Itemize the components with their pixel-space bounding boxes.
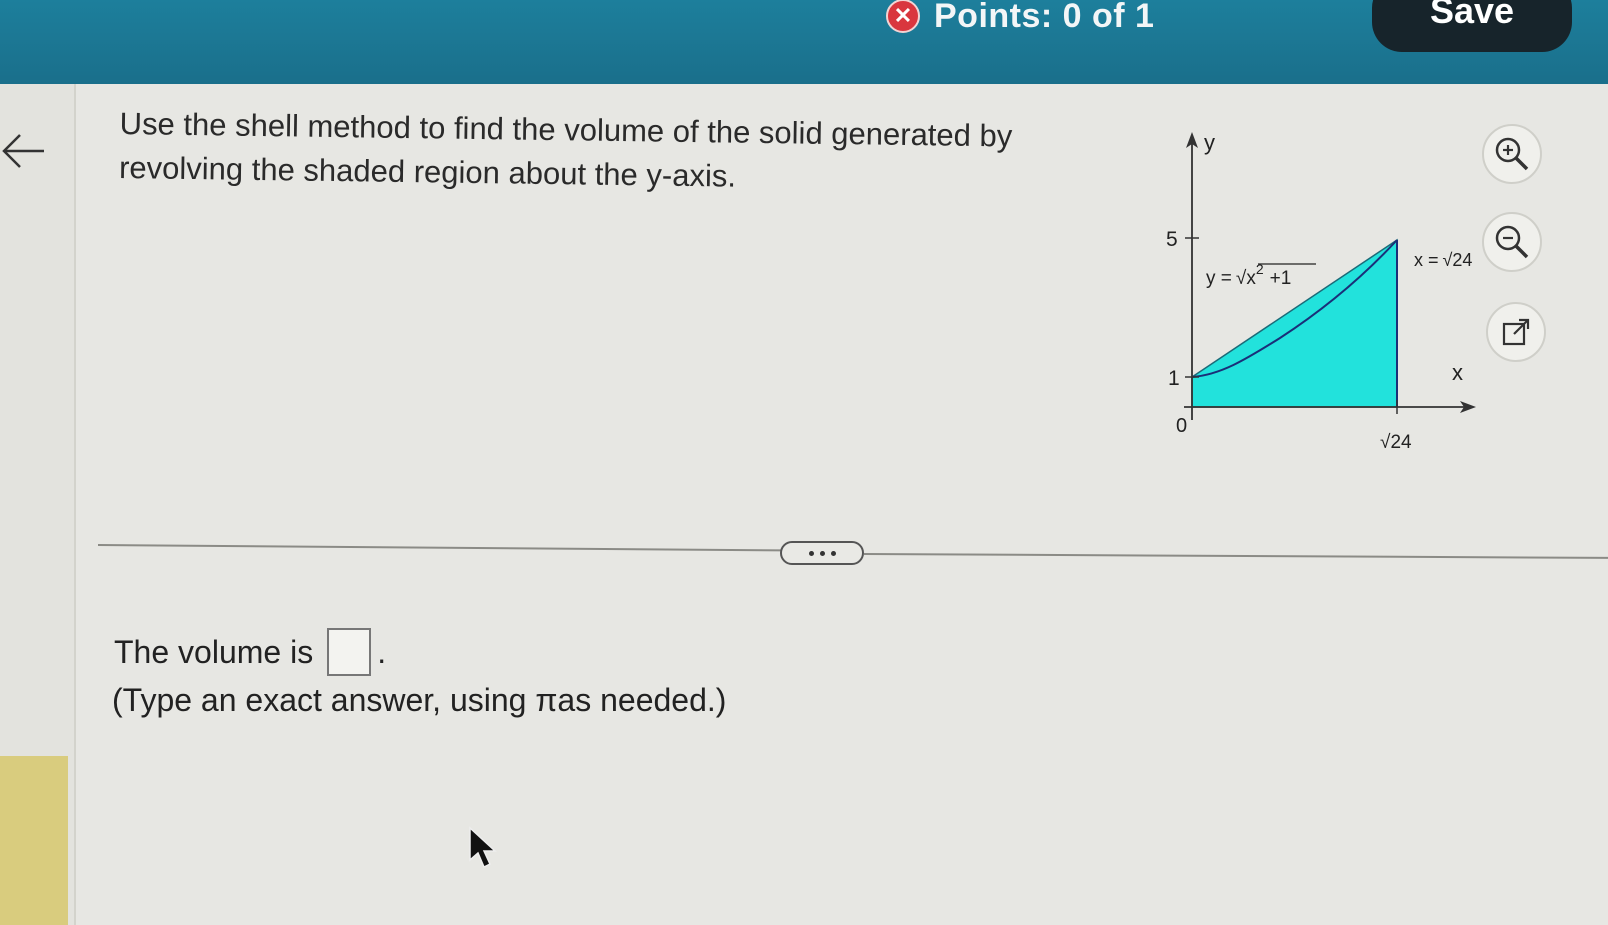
x-tick-label: √24 [1380, 432, 1412, 453]
line-label: x = √24 [1414, 250, 1472, 270]
answer-suffix: . [377, 633, 387, 670]
mouse-pointer-icon [469, 826, 497, 869]
zoom-out-icon [1495, 225, 1529, 259]
region-graph: y x 5 1 0 √24 y = √x2 +1 x = √24 [1166, 130, 1476, 453]
dot-icon [808, 550, 814, 556]
zoom-out-button[interactable] [1482, 212, 1542, 272]
popout-button[interactable] [1486, 302, 1546, 362]
shaded-region [1191, 238, 1398, 408]
question-text: Use the shell method to find the volume … [118, 105, 1013, 194]
left-yellow-panel [0, 756, 68, 925]
section-divider-left [97, 544, 782, 552]
y-tick-label-1: 1 [1168, 367, 1180, 390]
external-link-icon [1502, 318, 1530, 346]
zoom-in-icon [1495, 137, 1529, 171]
origin-label: 0 [1176, 415, 1187, 437]
answer-hint: (Type an exact answer, using πas needed.… [112, 682, 727, 718]
top-bar: ✕ Points: 0 of 1 Save [0, 0, 1608, 84]
points-label: Points: 0 of 1 [934, 0, 1155, 35]
save-button[interactable]: Save [1372, 0, 1572, 52]
x-axis-label: x [1452, 360, 1463, 385]
volume-answer-input[interactable] [327, 628, 372, 676]
y-axis-label: y [1204, 130, 1215, 155]
curve-label: y = √x2 +1 [1206, 261, 1291, 289]
x-circle-icon: ✕ [886, 0, 920, 33]
y-tick-label-5: 5 [1166, 228, 1178, 251]
points-status: ✕ Points: 0 of 1 [886, 0, 1154, 36]
answer-prefix: The volume is [114, 633, 314, 670]
answer-line: The volume is . [114, 628, 386, 676]
zoom-in-button[interactable] [1482, 124, 1542, 184]
dot-icon [830, 550, 836, 556]
back-arrow-icon[interactable] [0, 128, 46, 174]
expand-more-button[interactable] [780, 541, 864, 565]
section-divider-right [863, 553, 1608, 559]
dot-icon [819, 550, 825, 556]
